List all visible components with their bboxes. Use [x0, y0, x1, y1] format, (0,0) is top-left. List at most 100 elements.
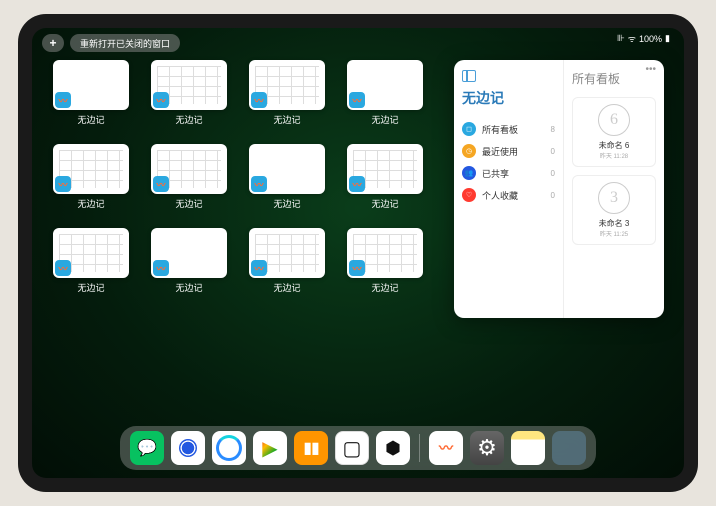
- category-label: 已共享: [482, 167, 551, 180]
- thumbnail-label: 无边记: [175, 281, 202, 294]
- board-card[interactable]: 6 未命名 6 昨天 11:28: [572, 97, 656, 167]
- window-thumbnail[interactable]: 无边记: [346, 228, 424, 300]
- category-label: 所有看板: [482, 123, 551, 136]
- thumbnail-preview: [249, 144, 325, 194]
- sidebar-item[interactable]: ◻ 所有看板 8: [462, 118, 555, 140]
- screen: ⊪ ᯤ 100% ▮ + 重新打开已关闭的窗口 无边记 无边记 无边记 无边记: [32, 28, 684, 478]
- books-app-icon[interactable]: [294, 431, 328, 465]
- sidebar-item[interactable]: 👥 已共享 0: [462, 162, 555, 184]
- freeform-app-icon: [349, 260, 365, 276]
- thumbnail-preview: [347, 144, 423, 194]
- new-window-button[interactable]: +: [42, 34, 64, 52]
- wechat-app-icon[interactable]: [130, 431, 164, 465]
- category-count: 8: [551, 125, 555, 134]
- content-area: 无边记 无边记 无边记 无边记 无边记 无边记 无边记 无边记: [52, 60, 664, 422]
- category-icon: ♡: [462, 188, 476, 202]
- window-thumbnail[interactable]: 无边记: [52, 60, 130, 132]
- thumbnail-label: 无边记: [175, 113, 202, 126]
- reopen-closed-window-button[interactable]: 重新打开已关闭的窗口: [70, 34, 180, 52]
- boards-title: 所有看板: [572, 70, 656, 87]
- freeform-app-icon: [55, 176, 71, 192]
- thumbnail-preview: [151, 228, 227, 278]
- dock-separator: [419, 434, 420, 462]
- play-app-icon[interactable]: [253, 431, 287, 465]
- qqbrowser-app-icon[interactable]: [212, 431, 246, 465]
- thumbnail-preview: [53, 60, 129, 110]
- sidebar-item[interactable]: ◷ 最近使用 0: [462, 140, 555, 162]
- battery-text: 100%: [639, 34, 662, 44]
- board-name: 未命名 6: [579, 140, 649, 151]
- notes-app-icon[interactable]: [511, 431, 545, 465]
- freeform-app-icon: [349, 176, 365, 192]
- category-count: 0: [551, 169, 555, 178]
- thumbnail-preview: [249, 228, 325, 278]
- more-icon[interactable]: •••: [645, 64, 656, 75]
- window-thumbnail[interactable]: 无边记: [248, 60, 326, 132]
- board-card[interactable]: 3 未命名 3 昨天 11:25: [572, 175, 656, 245]
- dice-app-icon[interactable]: [335, 431, 369, 465]
- board-subtitle: 昨天 11:25: [579, 229, 649, 238]
- window-thumbnail[interactable]: 无边记: [346, 60, 424, 132]
- freeform-app-icon: [251, 92, 267, 108]
- folder-app-icon[interactable]: [552, 431, 586, 465]
- category-icon: ◻: [462, 122, 476, 136]
- wifi-icon: ᯤ: [628, 32, 636, 45]
- signal-icon: ⊪: [617, 33, 625, 44]
- thumbnail-preview: [151, 60, 227, 110]
- thumbnail-preview: [249, 60, 325, 110]
- freeform-app-icon: [251, 260, 267, 276]
- freeform-app-icon[interactable]: [429, 431, 463, 465]
- thumbnail-label: 无边记: [77, 113, 104, 126]
- thumbnail-preview: [347, 60, 423, 110]
- thumbnail-preview: [53, 144, 129, 194]
- thumbnail-label: 无边记: [77, 281, 104, 294]
- category-icon: ◷: [462, 144, 476, 158]
- thumbnail-preview: [53, 228, 129, 278]
- window-thumbnail[interactable]: 无边记: [52, 228, 130, 300]
- thumbnail-label: 无边记: [175, 197, 202, 210]
- category-icon: 👥: [462, 166, 476, 180]
- status-bar: ⊪ ᯤ 100% ▮: [617, 32, 670, 45]
- panel-boards: 所有看板 6 未命名 6 昨天 11:28 3 未命名 3 昨天 11:25: [564, 60, 664, 318]
- window-thumbnail[interactable]: 无边记: [52, 144, 130, 216]
- window-thumbnail[interactable]: 无边记: [150, 228, 228, 300]
- sidebar-item[interactable]: ♡ 个人收藏 0: [462, 184, 555, 206]
- ipad-frame: ⊪ ᯤ 100% ▮ + 重新打开已关闭的窗口 无边记 无边记 无边记 无边记: [18, 14, 698, 492]
- window-thumbnail[interactable]: 无边记: [150, 60, 228, 132]
- freeform-app-icon: [251, 176, 267, 192]
- obs-app-icon[interactable]: [376, 431, 410, 465]
- category-label: 最近使用: [482, 145, 551, 158]
- window-thumbnail[interactable]: 无边记: [248, 144, 326, 216]
- freeform-app-icon: [349, 92, 365, 108]
- panel-title: 无边记: [462, 88, 555, 108]
- thumbnail-label: 无边记: [371, 281, 398, 294]
- board-preview: 6: [598, 104, 630, 136]
- freeform-app-icon: [153, 176, 169, 192]
- thumbnail-label: 无边记: [371, 113, 398, 126]
- thumbnail-preview: [151, 144, 227, 194]
- thumbnail-label: 无边记: [273, 113, 300, 126]
- topbar: + 重新打开已关闭的窗口: [42, 34, 180, 52]
- category-count: 0: [551, 191, 555, 200]
- panel-sidebar: 无边记 ◻ 所有看板 8 ◷ 最近使用 0 👥 已共享 0 ♡ 个人收藏 0: [454, 60, 564, 318]
- freeform-app-icon: [55, 260, 71, 276]
- window-thumbnail[interactable]: 无边记: [248, 228, 326, 300]
- thumbnail-label: 无边记: [273, 197, 300, 210]
- thumbnail-label: 无边记: [273, 281, 300, 294]
- freeform-panel[interactable]: ••• 无边记 ◻ 所有看板 8 ◷ 最近使用 0 👥 已共享 0 ♡ 个人收藏…: [454, 60, 664, 318]
- quark-app-icon[interactable]: [171, 431, 205, 465]
- board-name: 未命名 3: [579, 218, 649, 229]
- battery-icon: ▮: [665, 33, 670, 44]
- thumbnail-preview: [347, 228, 423, 278]
- freeform-app-icon: [153, 260, 169, 276]
- board-preview: 3: [598, 182, 630, 214]
- freeform-app-icon: [55, 92, 71, 108]
- window-thumbnail[interactable]: 无边记: [150, 144, 228, 216]
- window-thumbnail[interactable]: 无边记: [346, 144, 424, 216]
- settings-app-icon[interactable]: [470, 431, 504, 465]
- dock: [120, 426, 596, 470]
- thumbnail-label: 无边记: [371, 197, 398, 210]
- category-label: 个人收藏: [482, 189, 551, 202]
- freeform-app-icon: [153, 92, 169, 108]
- sidebar-toggle-icon[interactable]: [462, 70, 476, 82]
